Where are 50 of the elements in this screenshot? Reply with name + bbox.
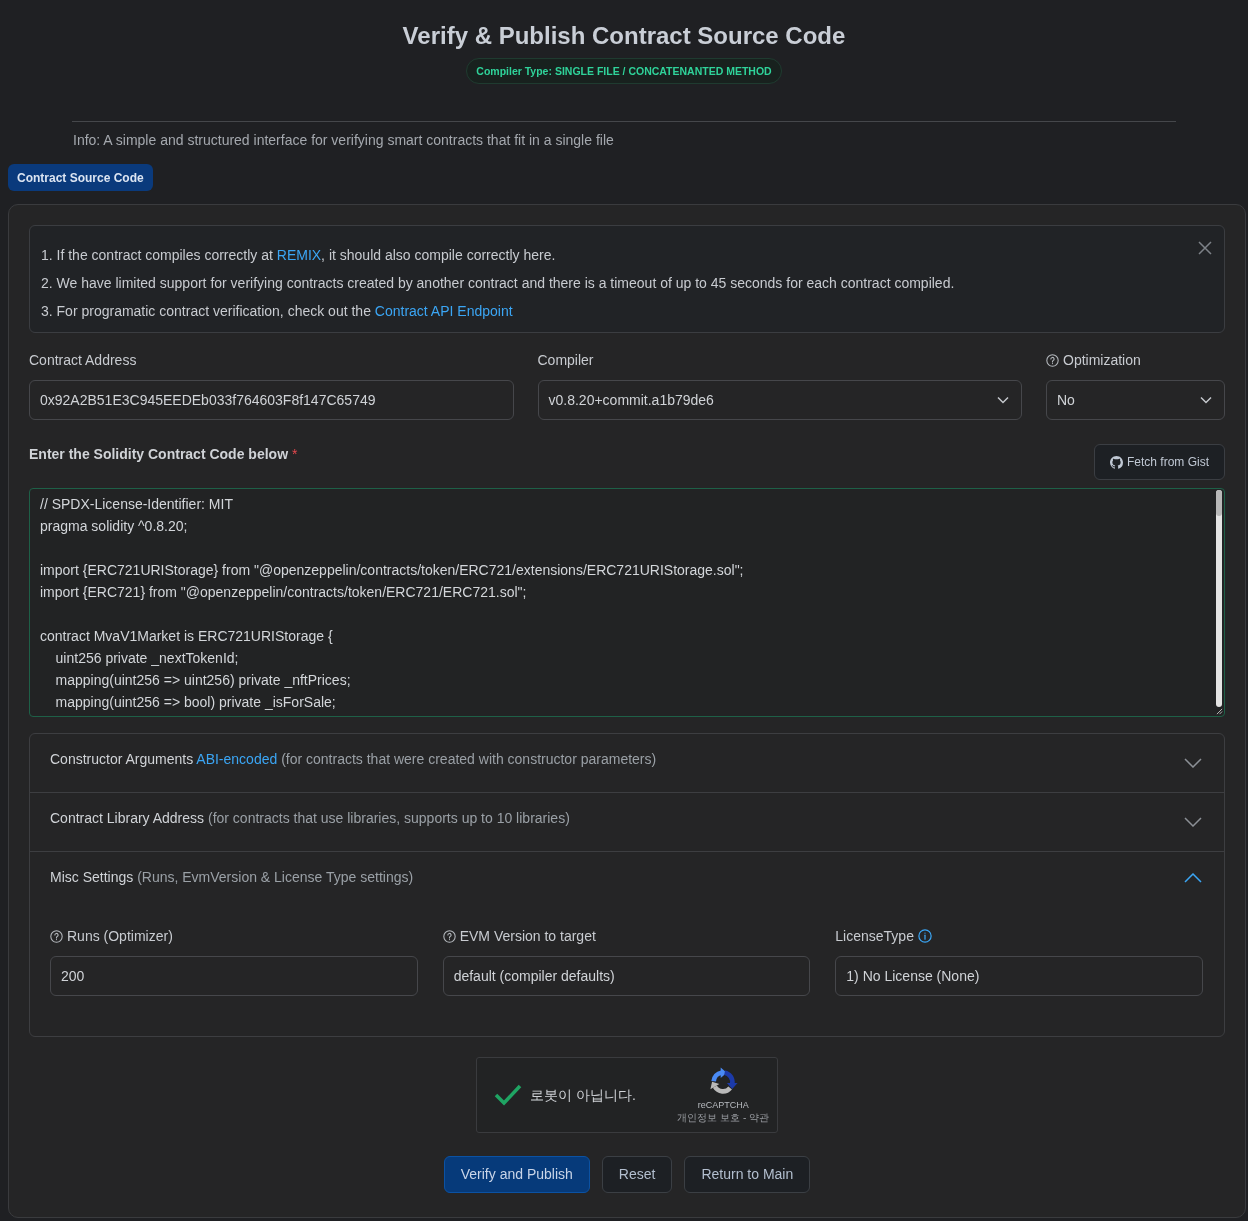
field-label: Compiler <box>537 351 594 370</box>
field-label: Runs (Optimizer) <box>67 927 173 946</box>
notice-text: 3. For programatic contract verification, check out the Contract API Endpoint <box>41 302 514 321</box>
close-icon[interactable] <box>1198 241 1212 255</box>
fetch-gist-button[interactable]: Fetch from Gist <box>1094 444 1225 480</box>
chevron-down-icon[interactable] <box>1184 817 1202 827</box>
compiler-type-badge: Compiler Type: SINGLE FILE / CONCATENANTED METHOD <box>466 58 782 84</box>
inline-link[interactable]: Contract API Endpoint <box>374 303 513 319</box>
resize-grip-icon[interactable] <box>1216 708 1223 715</box>
checkmark-icon[interactable] <box>494 1084 522 1106</box>
secondary-button[interactable]: Reset <box>601 1156 673 1193</box>
inline-link[interactable]: ABI-encoded <box>196 751 278 767</box>
help-icon[interactable] <box>1046 353 1059 367</box>
notice-text: 1. If the contract compiles correctly at REMIX, it should also compile correctly here. <box>41 246 557 265</box>
help-icon[interactable] <box>442 929 456 943</box>
select-field[interactable]: v0.8.20+commit.a1b79de6 <box>537 380 1022 420</box>
field-label: EVM Version to target <box>459 927 596 946</box>
info-icon[interactable] <box>917 929 932 943</box>
page-title: Verify & Publish Contract Source Code <box>401 21 847 51</box>
code-label: Enter the Solidity Contract Code below <box>29 445 289 464</box>
notice-text: 2. We have limited support for verifying contracts created by another contract and there is a timeout of up to 45 seconds for each contract compiled. <box>41 274 956 293</box>
scrollbar[interactable] <box>1216 490 1222 707</box>
input-field[interactable]: 1) No License (None) <box>835 956 1203 996</box>
tab[interactable]: Contract Source Code <box>8 164 153 191</box>
help-icon[interactable] <box>50 929 63 943</box>
input-field[interactable]: 0x92A2B51E3C945EEDEb033f764603F8f147C65749 <box>29 380 514 420</box>
field-label: Optimization <box>1063 351 1141 370</box>
captcha-label: 로봇이 아닙니다. <box>530 1085 636 1105</box>
field-label: LicenseType <box>835 927 914 946</box>
captcha-brand: reCAPTCHA <box>697 1098 749 1111</box>
circular-arrows-icon <box>708 1066 739 1097</box>
section-title: Contract Library Address (for contracts that use libraries, supports up to 10 libraries) <box>50 809 570 828</box>
chevron-down-icon <box>1200 396 1212 404</box>
primary-button[interactable]: Verify and Publish <box>443 1156 590 1193</box>
section-title: Constructor Arguments ABI-encoded (for contracts that were created with constructor parameters) <box>50 750 657 769</box>
code-field[interactable]: // SPDX-License-Identifier: MIT pragma solidity ^0.8.20; import {ERC721URIStorage} from "@openzeppelin/contracts/token/ERC721/extensions/ERC721URIStorage.sol"; import {ERC721} from "@openzeppelin/contracts/token/ERC721/ERC721.sol"; contract MvaV1Market is ERC721URIStorage { uint256 private _nextTokenId; mapping(uint256 => uint256) private _nftPrices; mapping(uint256 => bool) private _isForSale; <box>29 488 1225 717</box>
info-text: Info: A simple and structured interface for verifying smart contracts that fit in a single file <box>73 131 615 150</box>
chevron-down-icon <box>997 396 1009 404</box>
chevron-up-icon[interactable] <box>1184 873 1202 883</box>
select-field[interactable]: No <box>1046 380 1225 420</box>
section-title: Misc Settings (Runs, EvmVersion & License Type settings) <box>50 868 414 887</box>
field-label: Contract Address <box>29 351 137 370</box>
scrollbar-thumb[interactable] <box>1216 490 1222 516</box>
captcha-links[interactable]: 개인정보 보호 - 약관 <box>677 1110 769 1124</box>
chevron-down-icon[interactable] <box>1184 758 1202 768</box>
github-icon <box>1110 455 1123 469</box>
input-field[interactable]: 200 <box>50 956 418 996</box>
required-mark: * <box>292 445 298 464</box>
input-field[interactable]: default (compiler defaults) <box>442 956 811 996</box>
secondary-button[interactable]: Return to Main <box>684 1156 811 1193</box>
